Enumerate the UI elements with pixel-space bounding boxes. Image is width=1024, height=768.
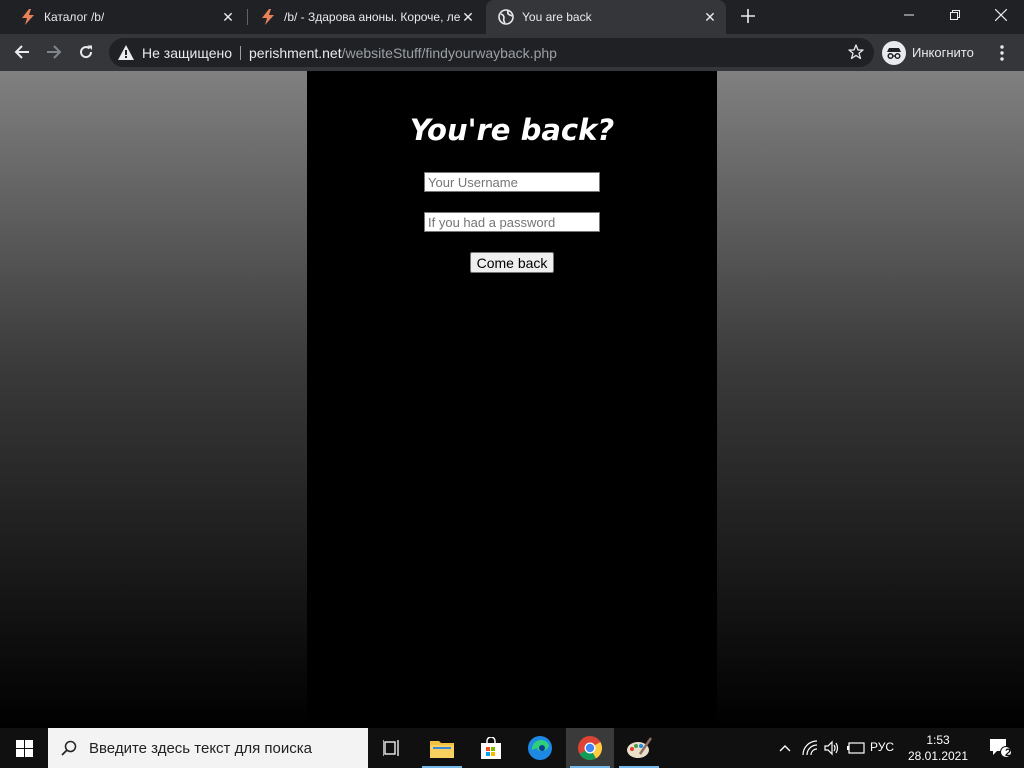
minimize-icon bbox=[904, 14, 914, 16]
volume-button[interactable] bbox=[822, 728, 842, 768]
network-button[interactable] bbox=[800, 728, 820, 768]
store-icon bbox=[481, 737, 501, 759]
system-clock[interactable]: 1:53 28.01.2021 bbox=[905, 732, 971, 764]
chevron-up-icon bbox=[779, 745, 791, 752]
browser-toolbar: Не защищено perishment.net/websiteStuff/… bbox=[0, 34, 1024, 71]
tab-catalog[interactable]: Каталог /b/ ✕ bbox=[8, 0, 244, 34]
url-host: perishment.net bbox=[249, 45, 342, 61]
tab-strip: Каталог /b/ ✕ /b/ - Здарова аноны. Короч… bbox=[0, 0, 1024, 34]
close-tab-icon[interactable]: ✕ bbox=[220, 9, 236, 25]
edge-icon bbox=[528, 736, 552, 760]
lightning-icon bbox=[20, 9, 36, 25]
arrow-right-icon bbox=[47, 45, 62, 59]
forward-button[interactable] bbox=[39, 37, 69, 67]
clock-time: 1:53 bbox=[926, 733, 950, 747]
notification-count: 2 bbox=[1005, 747, 1012, 759]
speaker-icon bbox=[824, 740, 839, 756]
restore-icon bbox=[950, 10, 960, 20]
close-tab-icon[interactable]: ✕ bbox=[460, 9, 476, 25]
show-hidden-icons-button[interactable] bbox=[774, 728, 796, 768]
lightning-icon bbox=[260, 9, 276, 25]
windows-logo-icon bbox=[15, 739, 33, 757]
chrome-button[interactable] bbox=[566, 728, 614, 768]
back-button[interactable] bbox=[7, 37, 37, 67]
tab-title: /b/ - Здарова аноны. Короче, ле bbox=[284, 10, 460, 24]
page-title: You're back? bbox=[409, 113, 615, 147]
password-input[interactable] bbox=[424, 212, 600, 232]
search-icon bbox=[61, 740, 77, 756]
battery-icon bbox=[847, 742, 865, 754]
globe-icon bbox=[498, 9, 514, 25]
address-bar[interactable]: Не защищено perishment.net/websiteStuff/… bbox=[109, 38, 874, 67]
close-window-button[interactable] bbox=[978, 0, 1024, 30]
wifi-icon bbox=[802, 740, 818, 756]
store-button[interactable] bbox=[467, 728, 515, 768]
language-indicator[interactable]: РУС bbox=[870, 740, 894, 754]
url-path: /websiteStuff/findyourwayback.php bbox=[341, 45, 557, 61]
reload-icon bbox=[80, 45, 93, 59]
browser-menu-button[interactable] bbox=[992, 38, 1012, 67]
come-back-button[interactable]: Come back bbox=[470, 252, 554, 273]
tab-title: You are back bbox=[522, 10, 592, 24]
incognito-label: Инкогнито bbox=[912, 45, 974, 60]
incognito-icon bbox=[882, 40, 906, 65]
close-icon bbox=[995, 9, 1007, 21]
new-tab-button[interactable] bbox=[738, 7, 758, 27]
start-button[interactable] bbox=[0, 728, 48, 768]
incognito-badge[interactable]: Инкогнито bbox=[882, 38, 982, 67]
reload-button[interactable] bbox=[71, 37, 101, 67]
action-center-button[interactable]: 2 bbox=[976, 728, 1024, 768]
plus-icon bbox=[741, 9, 755, 23]
battery-button[interactable] bbox=[845, 728, 867, 768]
clock-date: 28.01.2021 bbox=[907, 749, 969, 763]
search-placeholder: Введите здесь текст для поиска bbox=[89, 739, 312, 757]
minimize-button[interactable] bbox=[886, 0, 932, 30]
username-input[interactable] bbox=[424, 172, 600, 192]
address-divider bbox=[240, 46, 241, 60]
page-viewport: You're back? Come back bbox=[0, 71, 1024, 728]
file-explorer-button[interactable] bbox=[418, 728, 466, 768]
tab-thread[interactable]: /b/ - Здарова аноны. Короче, ле ✕ bbox=[248, 0, 484, 34]
task-view-icon bbox=[383, 740, 399, 756]
security-label[interactable]: Не защищено bbox=[142, 45, 232, 61]
taskbar-search-box[interactable]: Введите здесь текст для поиска bbox=[48, 728, 368, 768]
url-text[interactable]: perishment.net/websiteStuff/findyourwayb… bbox=[249, 45, 557, 61]
windows-taskbar: Введите здесь текст для поиска РУС 1:53 … bbox=[0, 728, 1024, 768]
tab-you-are-back[interactable]: You are back ✕ bbox=[486, 0, 726, 34]
edge-button[interactable] bbox=[516, 728, 564, 768]
task-view-button[interactable] bbox=[368, 728, 416, 768]
restore-button[interactable] bbox=[932, 0, 978, 30]
arrow-left-icon bbox=[14, 45, 29, 59]
chrome-icon bbox=[578, 736, 602, 760]
tab-title: Каталог /b/ bbox=[44, 10, 105, 24]
login-panel: You're back? Come back bbox=[307, 71, 717, 728]
close-tab-icon[interactable]: ✕ bbox=[702, 9, 718, 25]
paint-icon bbox=[627, 737, 652, 758]
paint-button[interactable] bbox=[615, 728, 663, 768]
star-icon[interactable] bbox=[848, 44, 864, 65]
more-vertical-icon bbox=[1000, 44, 1004, 61]
warning-icon[interactable] bbox=[118, 45, 134, 65]
file-explorer-icon bbox=[430, 741, 454, 758]
